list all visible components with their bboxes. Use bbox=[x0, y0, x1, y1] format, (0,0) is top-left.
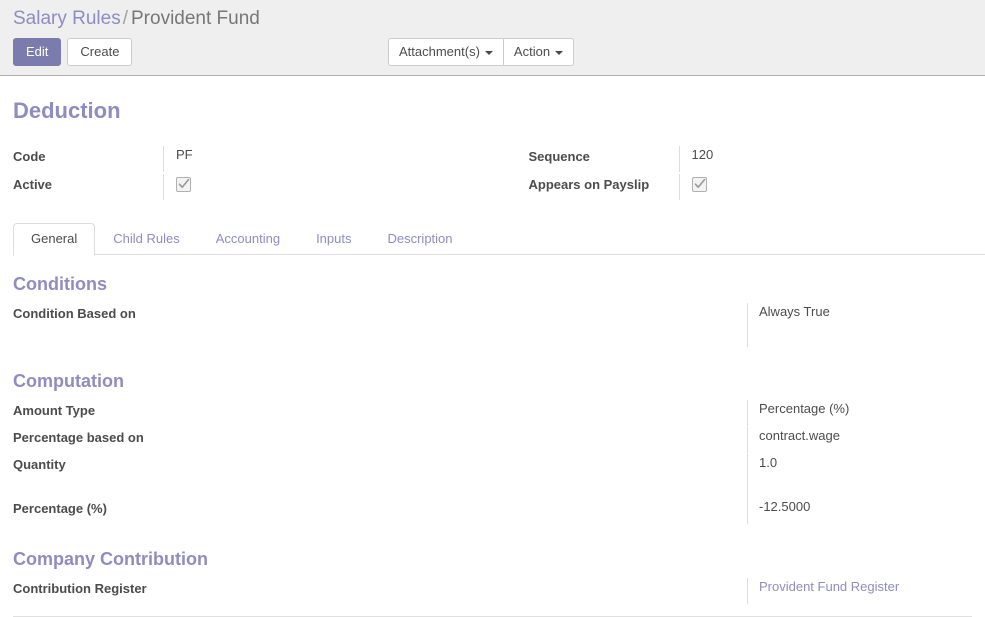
field-condition-based-on-label: Condition Based on bbox=[13, 306, 136, 321]
field-appears-on-payslip-label: Appears on Payslip bbox=[528, 177, 650, 192]
header-field-group: Code PF Active Sequence 120 Appears on P… bbox=[13, 146, 972, 202]
field-active-value bbox=[163, 174, 493, 200]
notebook: General Child Rules Accounting Inputs De… bbox=[13, 223, 985, 256]
field-contribution-register-label: Contribution Register bbox=[13, 581, 147, 596]
field-condition-based-on: Condition Based on Always True bbox=[13, 303, 972, 347]
field-active-label: Active bbox=[13, 177, 53, 192]
edit-button[interactable]: Edit bbox=[13, 38, 62, 66]
tab-inputs[interactable]: Inputs bbox=[298, 223, 369, 256]
tab-child-rules[interactable]: Child Rules bbox=[95, 223, 197, 256]
record-buttons: Edit Create bbox=[13, 38, 133, 66]
field-percentage-value[interactable]: -12.5000 bbox=[747, 498, 972, 524]
form-sheet: Deduction Code PF Active Sequence 120 Ap… bbox=[0, 98, 985, 617]
create-button[interactable]: Create bbox=[67, 38, 133, 66]
tab-page-general: Conditions Condition Based on Always Tru… bbox=[13, 255, 972, 617]
field-amount-type-label: Amount Type bbox=[13, 403, 96, 418]
field-condition-based-on-value[interactable]: Always True bbox=[747, 303, 972, 347]
field-percentage: Percentage (%) -12.5000 bbox=[13, 498, 972, 525]
field-sequence: Sequence 120 bbox=[529, 146, 973, 174]
group-title-computation: Computation bbox=[13, 371, 124, 391]
field-active: Active bbox=[13, 174, 493, 202]
action-label: Action bbox=[513, 44, 551, 59]
field-contribution-register: Contribution Register Provident Fund Reg… bbox=[13, 578, 972, 605]
breadcrumb-parent-link[interactable]: Salary Rules bbox=[13, 8, 121, 29]
field-appears-on-payslip: Appears on Payslip bbox=[529, 174, 973, 202]
field-percentage-based-on-value[interactable]: contract.wage bbox=[747, 427, 972, 453]
field-amount-type: Amount Type Percentage (%) bbox=[13, 400, 972, 427]
checkmark-icon bbox=[694, 178, 705, 189]
field-appears-on-payslip-value bbox=[678, 174, 973, 200]
tab-description[interactable]: Description bbox=[369, 223, 470, 256]
field-percentage-based-on: Percentage based on contract.wage bbox=[13, 427, 972, 454]
field-amount-type-value[interactable]: Percentage (%) bbox=[747, 400, 972, 426]
tab-list: General Child Rules Accounting Inputs De… bbox=[13, 223, 972, 256]
checkmark-icon bbox=[178, 178, 190, 189]
attachments-label: Attachment(s) bbox=[399, 44, 480, 59]
field-code: Code PF bbox=[13, 146, 493, 174]
control-panel: Salary Rules / Provident Fund Edit Create … bbox=[0, 0, 985, 76]
field-quantity-value[interactable]: 1.0 bbox=[747, 454, 972, 498]
group-title-conditions: Conditions bbox=[13, 274, 107, 294]
chevron-down-icon bbox=[484, 50, 493, 55]
field-quantity-label: Quantity bbox=[13, 457, 66, 472]
appears-on-payslip-checkbox[interactable] bbox=[691, 177, 707, 193]
breadcrumb-separator: / bbox=[122, 8, 128, 29]
attachments-dropdown-button[interactable]: Attachment(s) bbox=[388, 38, 504, 66]
breadcrumb-current: Provident Fund bbox=[131, 8, 260, 29]
sidebar-buttons: Attachment(s) Action bbox=[388, 38, 575, 66]
field-contribution-register-value: Provident Fund Register bbox=[747, 578, 972, 604]
chevron-down-icon bbox=[555, 50, 564, 55]
field-percentage-label: Percentage (%) bbox=[13, 501, 107, 516]
tab-accounting[interactable]: Accounting bbox=[198, 223, 298, 256]
field-code-value[interactable]: PF bbox=[163, 146, 493, 172]
action-dropdown-button[interactable]: Action bbox=[502, 38, 575, 66]
page-title: Deduction bbox=[13, 98, 121, 123]
field-percentage-based-on-label: Percentage based on bbox=[13, 430, 144, 445]
contribution-register-link[interactable]: Provident Fund Register bbox=[759, 579, 899, 594]
active-checkbox[interactable] bbox=[176, 177, 191, 193]
field-sequence-value[interactable]: 120 bbox=[678, 146, 973, 172]
group-title-company-contribution: Company Contribution bbox=[13, 549, 208, 569]
header-column-left: Code PF Active bbox=[13, 146, 493, 202]
field-code-label: Code bbox=[13, 149, 46, 164]
header-column-right: Sequence 120 Appears on Payslip bbox=[493, 146, 973, 202]
breadcrumb: Salary Rules / Provident Fund bbox=[13, 7, 260, 31]
field-quantity: Quantity 1.0 bbox=[13, 454, 972, 498]
field-sequence-label: Sequence bbox=[528, 149, 590, 164]
tab-general[interactable]: General bbox=[13, 223, 96, 256]
